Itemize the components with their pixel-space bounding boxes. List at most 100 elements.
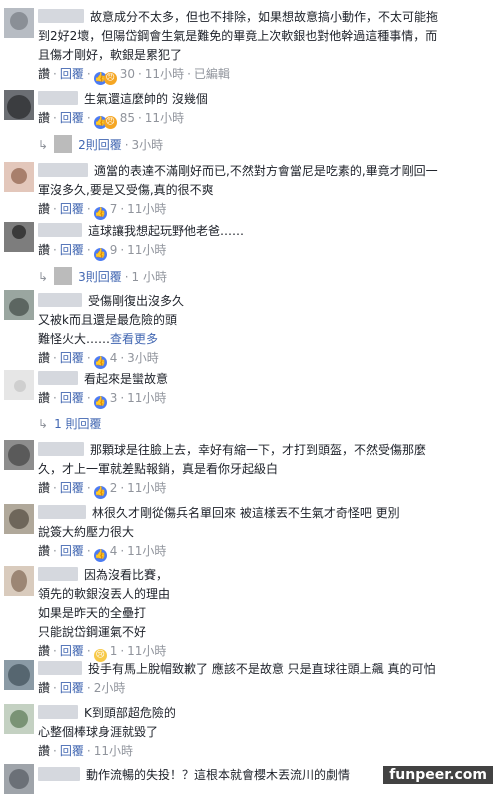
- see-more-link[interactable]: 查看更多: [110, 332, 158, 346]
- reaction-count[interactable]: 9: [110, 243, 118, 257]
- comment-text: 那顆球是往臉上去，幸好有縮一下，才打到頭盔，不然受傷那麼 久，才上一軍就差點報銷…: [38, 442, 427, 476]
- timestamp[interactable]: 11小時: [127, 644, 166, 658]
- author-name[interactable]: [38, 9, 84, 23]
- angry-reaction-icon[interactable]: 😠: [103, 116, 117, 129]
- timestamp[interactable]: 2小時: [94, 681, 126, 695]
- author-name[interactable]: [38, 567, 78, 581]
- reply-button[interactable]: 回覆: [60, 544, 84, 558]
- reply-button[interactable]: 回覆: [60, 67, 84, 81]
- like-button[interactable]: 讚: [38, 391, 50, 405]
- author-name[interactable]: [38, 767, 80, 781]
- like-button[interactable]: 讚: [38, 681, 50, 695]
- reply-button[interactable]: 回覆: [60, 744, 84, 758]
- edited-label[interactable]: 已編輯: [194, 67, 230, 81]
- reply-button[interactable]: 回覆: [60, 391, 84, 405]
- reply-button[interactable]: 回覆: [60, 243, 84, 257]
- comment-text: 投手有馬上脫帽致歉了 應該不是故意 只是直球往頭上飆 真的可怕: [38, 660, 491, 679]
- reaction-count[interactable]: 7: [110, 202, 118, 216]
- comment-text: 受傷剛復出沒多久 又被k而且還是最危險的頭 難怪火大……查看更多: [38, 293, 185, 346]
- author-name[interactable]: [38, 371, 78, 385]
- comment-text: 這球讓我想起玩野他老爸……: [38, 222, 491, 241]
- reaction-count[interactable]: 3: [110, 391, 118, 405]
- comment-text: 林很久才剛從傷兵名單回來 被這樣丟不生氣才奇怪吧 更別 說簽大約壓力很大: [38, 505, 400, 539]
- timestamp[interactable]: 11小時: [145, 111, 184, 125]
- comment-meta: 讚 · 回覆 · 👍😠 30 · 11小時 · 已編輯: [38, 67, 230, 85]
- comment-meta: 讚 · 回覆 · 👍 7 · 11小時: [38, 202, 167, 220]
- comment-meta: 讚 · 回覆 · 👍 9 · 11小時: [38, 243, 167, 261]
- timestamp[interactable]: 3小時: [127, 351, 159, 365]
- author-name[interactable]: [38, 293, 82, 307]
- comment-text: 因為沒看比賽， 領先的軟銀沒丟人的理由 如果是昨天的全壘打 只能說岱鋼運氣不好: [38, 567, 171, 639]
- like-button[interactable]: 讚: [38, 243, 50, 257]
- timestamp[interactable]: 11小時: [127, 243, 166, 257]
- author-name[interactable]: [38, 705, 78, 719]
- comment-meta: 讚 · 回覆 · 😢 1 · 11小時: [38, 644, 167, 662]
- reaction-count[interactable]: 4: [110, 351, 118, 365]
- timestamp[interactable]: 11小時: [127, 544, 166, 558]
- reply-arrow-icon: ↳: [38, 417, 49, 431]
- comment-meta: 讚 · 回覆 · 👍 4 · 3小時: [38, 351, 159, 369]
- timestamp[interactable]: 11小時: [127, 202, 166, 216]
- comment: 這球讓我想起玩野他老爸…… 讚 · 回覆 · 👍 9 · 11小時 ↳ 3則回覆 · 1 小時: [0, 222, 499, 286]
- author-name[interactable]: [38, 223, 82, 237]
- reaction-count[interactable]: 2: [110, 481, 118, 495]
- comment: 受傷剛復出沒多久 又被k而且還是最危險的頭 難怪火大……查看更多 讚 · 回覆 · 👍 4…: [0, 292, 499, 369]
- reply-button[interactable]: 回覆: [60, 202, 84, 216]
- like-button[interactable]: 讚: [38, 202, 50, 216]
- view-replies-link[interactable]: ↳ 1 則回覆: [38, 415, 491, 433]
- comment-meta: 讚 · 回覆 · 👍 4 · 11小時: [38, 544, 167, 562]
- reaction-count[interactable]: 1: [110, 644, 118, 658]
- like-button[interactable]: 讚: [38, 481, 50, 495]
- reply-avatar: [54, 267, 73, 285]
- comment: 林很久才剛從傷兵名單回來 被這樣丟不生氣才奇怪吧 更別 說簽大約壓力很大 讚 · 回…: [0, 504, 499, 562]
- timestamp[interactable]: 11小時: [94, 744, 133, 758]
- like-reaction-icon[interactable]: 👍: [93, 207, 107, 220]
- view-replies-link[interactable]: ↳ 2則回覆 · 3小時: [38, 135, 491, 154]
- like-reaction-icon[interactable]: 👍: [93, 549, 107, 562]
- like-reaction-icon[interactable]: 👍: [93, 396, 107, 409]
- comment: 投手有馬上脫帽致歉了 應該不是故意 只是直球往頭上飆 真的可怕 讚 · 回覆 · 2小時: [0, 660, 499, 697]
- author-name[interactable]: [38, 505, 86, 519]
- reaction-count[interactable]: 4: [110, 544, 118, 558]
- comment: K到頭部超危險的 心整個棒球身涯就毀了 讚 · 回覆 · 11小時: [0, 704, 499, 760]
- view-replies-link[interactable]: ↳ 3則回覆 · 1 小時: [38, 267, 491, 286]
- author-name[interactable]: [38, 442, 84, 456]
- reply-button[interactable]: 回覆: [60, 681, 84, 695]
- comment: 適當的表達不滿剛好而已,不然對方會當尼是吃素的,畢竟才剛回一 軍沒多久,要是又受…: [0, 162, 499, 220]
- comment-text: 故意成分不太多，但也不排除，如果想故意搞小動作，不太可能拖 到2好2壞，但陽岱鋼…: [38, 9, 439, 62]
- reply-button[interactable]: 回覆: [60, 481, 84, 495]
- like-button[interactable]: 讚: [38, 644, 50, 658]
- timestamp[interactable]: 11小時: [145, 67, 184, 81]
- like-button[interactable]: 讚: [38, 111, 50, 125]
- like-reaction-icon[interactable]: 👍: [93, 356, 107, 369]
- comment: 生氣還這麼帥的 沒幾個 讚 · 回覆 · 👍😠 85 · 11小時 ↳ 2則回覆 · 3小時: [0, 90, 499, 154]
- author-name[interactable]: [38, 91, 78, 105]
- like-reaction-icon[interactable]: 👍: [93, 486, 107, 499]
- comment-meta: 讚 · 回覆 · 👍 2 · 11小時: [38, 481, 167, 499]
- comment-meta: 讚 · 回覆 · 👍 3 · 11小時: [38, 391, 167, 409]
- timestamp[interactable]: 11小時: [127, 391, 166, 405]
- comment-text: 生氣還這麼帥的 沒幾個: [38, 90, 491, 109]
- like-button[interactable]: 讚: [38, 67, 50, 81]
- reply-arrow-icon: ↳: [38, 270, 49, 284]
- author-name[interactable]: [38, 661, 82, 675]
- like-button[interactable]: 讚: [38, 544, 50, 558]
- reply-button[interactable]: 回覆: [60, 351, 84, 365]
- reply-button[interactable]: 回覆: [60, 111, 84, 125]
- comment-text: 適當的表達不滿剛好而已,不然對方會當尼是吃素的,畢竟才剛回一 軍沒多久,要是又受…: [38, 163, 438, 197]
- like-reaction-icon[interactable]: 👍: [93, 248, 107, 261]
- reply-avatar: [54, 135, 73, 153]
- like-button[interactable]: 讚: [38, 351, 50, 365]
- comment: 那顆球是往臉上去，幸好有縮一下，才打到頭盔，不然受傷那麼 久，才上一軍就差點報銷…: [0, 441, 499, 499]
- angry-reaction-icon[interactable]: 😠: [103, 72, 117, 85]
- like-button[interactable]: 讚: [38, 744, 50, 758]
- comment-meta: 讚 · 回覆 · 👍😠 85 · 11小時: [38, 111, 185, 129]
- author-name[interactable]: [38, 163, 88, 177]
- reaction-count[interactable]: 85: [120, 111, 135, 125]
- watermark-logo: funpeer.com: [383, 766, 493, 784]
- comment: 看起來是蠻故意 讚 · 回覆 · 👍 3 · 11小時 ↳ 1 則回覆: [0, 370, 499, 433]
- timestamp[interactable]: 11小時: [127, 481, 166, 495]
- reply-arrow-icon: ↳: [38, 138, 49, 152]
- reaction-count[interactable]: 30: [120, 67, 135, 81]
- reply-button[interactable]: 回覆: [60, 644, 84, 658]
